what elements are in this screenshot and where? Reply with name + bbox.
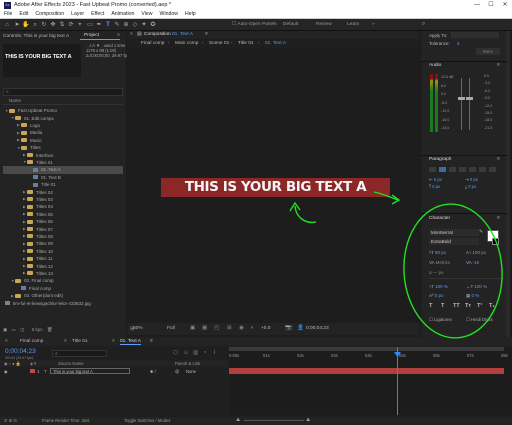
annotation-circle [403,203,503,339]
annotation-overlay [289,191,503,339]
